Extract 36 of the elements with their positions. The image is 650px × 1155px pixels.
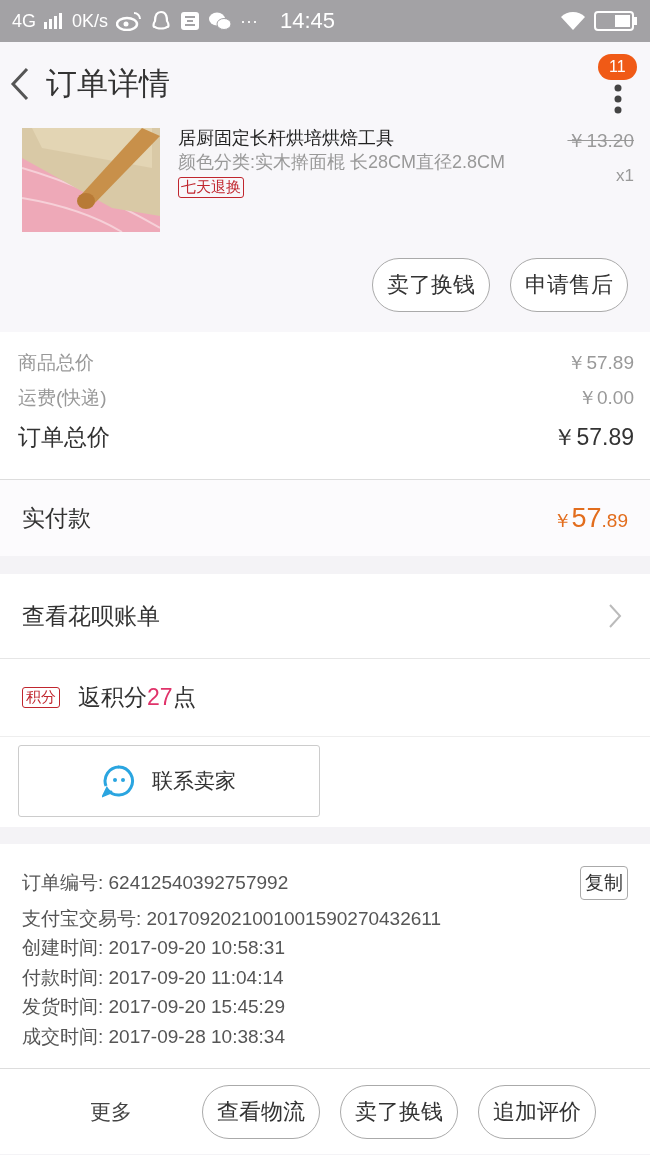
product-spec: 颜色分类:实木擀面棍 长28CM直径2.8CM bbox=[178, 151, 507, 174]
action-button[interactable]: 查看物流 bbox=[202, 1084, 320, 1139]
network-type: 4G bbox=[12, 10, 36, 32]
order-info-line: 订单编号: 62412540392757992 bbox=[22, 871, 289, 895]
summary-label: 订单总价 bbox=[18, 423, 110, 452]
summary-value: ￥0.00 bbox=[578, 386, 634, 410]
summary-label: 商品总价 bbox=[18, 351, 94, 375]
contact-seller-button[interactable]: 联系卖家 bbox=[18, 745, 320, 817]
order-info-line: 付款时间: 2017-09-20 11:04:14 bbox=[22, 965, 284, 990]
quantity: x1 bbox=[616, 166, 634, 186]
order-info-line: 成交时间: 2017-09-28 10:38:34 bbox=[22, 1024, 285, 1049]
more-notifications: ··· bbox=[240, 10, 259, 32]
order-info-line: 发货时间: 2017-09-20 15:45:29 bbox=[22, 995, 285, 1020]
points-tag: 积分 bbox=[22, 687, 60, 708]
summary-value: ￥57.89 bbox=[567, 351, 634, 375]
original-price: ￥13.20 bbox=[567, 129, 634, 153]
order-info-line: 支付宝交易号: 2017092021001001590270432611 bbox=[22, 906, 442, 931]
return-policy-tag: 七天退换 bbox=[178, 177, 244, 198]
bill-list-item[interactable]: 查看花呗账单 bbox=[0, 574, 650, 659]
more-link[interactable]: 更多 bbox=[90, 1097, 132, 1126]
paid-amount: ￥57.89 bbox=[552, 502, 628, 534]
copy-button[interactable]: 复制 bbox=[580, 866, 628, 900]
message-count: 11 bbox=[598, 54, 637, 80]
action-button[interactable]: 追加评价 bbox=[478, 1084, 596, 1139]
summary-label: 运费(快递) bbox=[18, 386, 107, 410]
network-speed: 0K/s bbox=[72, 10, 109, 32]
points-reward: 返积分27点 bbox=[78, 683, 196, 712]
page-title: 订单详情 bbox=[46, 65, 170, 103]
summary-value: ￥57.89 bbox=[553, 423, 634, 452]
paid-label: 实付款 bbox=[22, 503, 91, 533]
product-title: 居厨固定长杆烘培烘焙工具 bbox=[178, 127, 394, 150]
action-button[interactable]: 卖了换钱 bbox=[372, 258, 490, 312]
clock: 14:45 bbox=[280, 8, 336, 34]
action-button[interactable]: 卖了换钱 bbox=[340, 1084, 458, 1139]
order-info-line: 创建时间: 2017-09-20 10:58:31 bbox=[22, 936, 285, 961]
action-button[interactable]: 申请售后 bbox=[510, 258, 628, 312]
